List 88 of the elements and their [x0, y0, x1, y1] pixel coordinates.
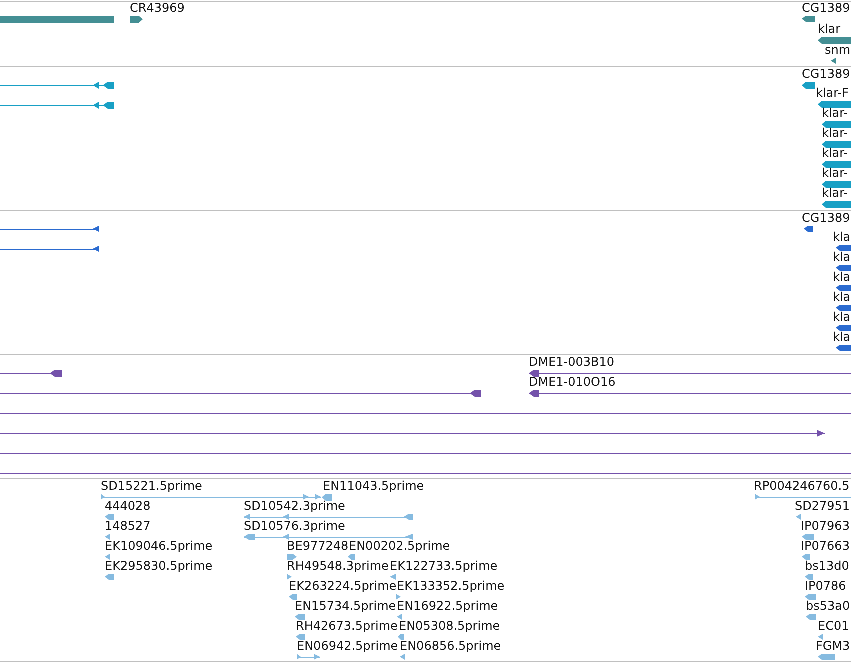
- arrowhead-icon[interactable]: [397, 614, 402, 620]
- feature-line[interactable]: [0, 102, 114, 109]
- feature-bar[interactable]: [818, 101, 851, 108]
- feature-label: EK133352.5prime: [397, 580, 505, 593]
- feature-label: EN16922.5prime: [397, 600, 498, 613]
- arrowhead-icon[interactable]: [287, 574, 292, 580]
- feature-label: CG1389: [802, 2, 850, 15]
- feature-label: klar-: [822, 127, 848, 140]
- arrowhead-icon[interactable]: [400, 654, 405, 660]
- feature-label: kla: [833, 331, 851, 344]
- feature-bar[interactable]: [802, 16, 815, 22]
- arrowhead-icon[interactable]: [818, 634, 823, 640]
- feature-label: DME1-003B10: [529, 356, 615, 369]
- feature-label: BE977248: [287, 540, 349, 553]
- feature-bar[interactable]: [822, 161, 851, 168]
- feature-bar[interactable]: [822, 181, 851, 188]
- feature-label: klar-: [822, 147, 848, 160]
- feature-label: EK263224.5prime: [289, 580, 397, 593]
- feature-label: EN06856.5prime: [400, 640, 502, 653]
- feature-label: SD10542.3prime: [244, 500, 346, 513]
- feature-line[interactable]: [529, 390, 851, 397]
- feature-label: EK109046.5prime: [105, 540, 213, 553]
- feature-label: RP004246760.5: [754, 480, 850, 493]
- arrowhead-icon[interactable]: [390, 574, 396, 580]
- feature-label: EC01: [818, 620, 850, 633]
- feature-label: bs13d0: [805, 560, 850, 573]
- feature-label: EN15734.5prime: [295, 600, 396, 613]
- feature-bar[interactable]: [822, 121, 851, 128]
- feature-label: klar-: [822, 107, 848, 120]
- arrowhead-icon[interactable]: [796, 514, 801, 520]
- feature-label: RH49548.3prime: [287, 560, 389, 573]
- feature-label: bs53a0: [806, 600, 850, 613]
- feature-label: EN11043.5prime: [323, 480, 424, 493]
- feature-bar[interactable]: [822, 141, 851, 148]
- feature-label: klar-: [822, 187, 848, 200]
- feature-label: CG1389: [802, 212, 850, 225]
- feature-line[interactable]: [0, 430, 825, 437]
- feature-label: EN00202.5prime: [349, 540, 450, 553]
- feature-label: kla: [833, 311, 851, 324]
- feature-label: CR43969: [130, 2, 185, 15]
- feature-label: RH42673.5prime: [296, 620, 398, 633]
- feature-label: klar-: [822, 167, 848, 180]
- feature-bar[interactable]: [836, 285, 851, 291]
- feature-label: kla: [833, 271, 851, 284]
- feature-bar[interactable]: [836, 245, 851, 251]
- feature-line[interactable]: [0, 246, 99, 252]
- feature-label: kla: [833, 251, 851, 264]
- feature-label: CG1389: [802, 68, 850, 81]
- arrowhead-icon[interactable]: [105, 534, 110, 540]
- feature-bar[interactable]: [836, 305, 851, 311]
- feature-bar[interactable]: [818, 37, 851, 44]
- feature-label: kla: [833, 291, 851, 304]
- feature-label: 444028: [105, 500, 151, 513]
- feature-label: SD10576.3prime: [244, 520, 346, 533]
- feature-label: FGM3: [816, 640, 850, 653]
- feature-label: IP0786: [805, 580, 846, 593]
- arrowhead-icon[interactable]: [831, 58, 836, 64]
- feature-line[interactable]: [0, 82, 114, 89]
- feature-bar[interactable]: [836, 265, 851, 271]
- feature-line[interactable]: [0, 450, 851, 457]
- feature-label: EK122733.5prime: [390, 560, 498, 573]
- feature-label: IP07963: [801, 520, 850, 533]
- feature-line[interactable]: [529, 370, 851, 377]
- feature-label: EK295830.5prime: [105, 560, 213, 573]
- feature-label: DME1-010O16: [529, 376, 616, 389]
- feature-label: SD27951: [795, 500, 850, 513]
- feature-label: klar-F: [816, 87, 850, 100]
- feature-label: 148527: [105, 520, 151, 533]
- feature-label: klar: [818, 23, 841, 36]
- feature-bar[interactable]: [802, 82, 815, 89]
- feature-bar[interactable]: [836, 325, 851, 331]
- feature-label: snm: [825, 44, 851, 57]
- feature-bar[interactable]: [130, 16, 143, 23]
- feature-line[interactable]: [0, 470, 851, 477]
- feature-line[interactable]: [0, 226, 99, 232]
- feature-bar[interactable]: [822, 201, 851, 208]
- feature-line[interactable]: [0, 390, 481, 397]
- feature-line[interactable]: [0, 370, 62, 377]
- feature-bar[interactable]: [836, 345, 851, 351]
- arrowhead-icon[interactable]: [396, 594, 401, 600]
- feature-label: EN05308.5prime: [399, 620, 500, 633]
- feature-bar[interactable]: [804, 226, 813, 232]
- feature-label: IP07663: [801, 540, 850, 553]
- feature-label: EN06942.5prime: [297, 640, 398, 653]
- feature-label: kla: [833, 231, 851, 244]
- arrowhead-icon[interactable]: [105, 554, 110, 560]
- feature-line[interactable]: [0, 410, 851, 417]
- feature-label: SD15221.5prime: [101, 480, 202, 493]
